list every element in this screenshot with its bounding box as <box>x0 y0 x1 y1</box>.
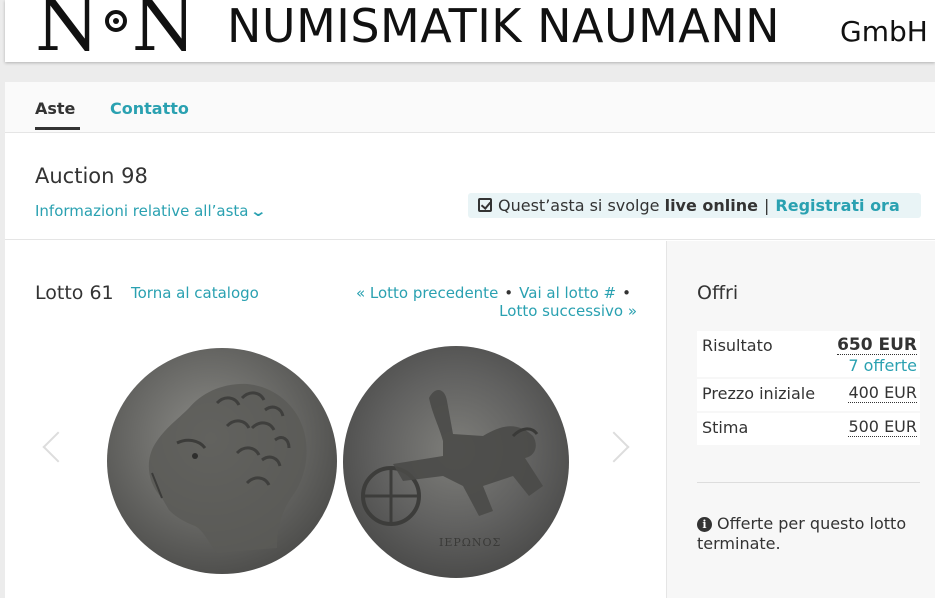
coin-inscription: ΙΕΡΩΝΟΣ <box>439 536 501 549</box>
bid-summary-table: Risultato 650 EUR 7 offerte Prezzo inizi… <box>697 331 920 447</box>
lot-number: Lotto 61 <box>35 282 114 304</box>
prev-lot-link[interactable]: « Lotto precedente <box>356 284 498 302</box>
start-price-row: Prezzo iniziale 400 EUR <box>697 379 920 411</box>
tab-aste[interactable]: Aste <box>35 99 81 130</box>
result-value: 650 EUR <box>837 335 917 355</box>
auction-info-link[interactable]: Informazioni relative all’asta⌄ <box>35 201 268 221</box>
lot-area: Lotto 61 Torna al catalogo « Lotto prece… <box>5 241 667 598</box>
main-panel: Aste Contatto Auction 98 Informazioni re… <box>5 82 935 598</box>
chevron-down-icon: ⌄ <box>249 202 268 220</box>
register-link[interactable]: Registrati ora <box>775 196 899 215</box>
coin-obverse-image[interactable] <box>107 348 337 574</box>
info-icon: i <box>697 517 712 532</box>
offers-link[interactable]: 7 offerte <box>848 356 917 376</box>
bid-panel: Offri Risultato 650 EUR 7 offerte Prezzo… <box>667 241 935 598</box>
result-label: Risultato <box>702 336 773 355</box>
portrait-head-drawing <box>148 383 307 553</box>
live-separator: | <box>764 196 770 215</box>
back-to-catalog-link[interactable]: Torna al catalogo <box>131 283 259 303</box>
checkbox-icon <box>478 198 492 212</box>
tab-contatto[interactable]: Contatto <box>110 99 189 119</box>
nav-bullet: • <box>504 284 514 302</box>
bid-heading: Offri <box>697 282 739 304</box>
auction-info-label: Informazioni relative all’asta <box>35 202 249 220</box>
next-lot-link[interactable]: Lotto successivo » <box>499 302 637 320</box>
company-suffix: GmbH <box>840 15 928 48</box>
logo-letter-right: N <box>131 0 197 62</box>
goto-lot-link[interactable]: Vai al lotto # <box>519 284 616 302</box>
logo[interactable]: N N <box>35 0 197 62</box>
prev-image-arrow-icon[interactable] <box>42 431 74 463</box>
logo-letter-left: N <box>35 0 100 62</box>
lot-navigation: « Lotto precedente • Vai al lotto # • Lotto… <box>317 284 637 320</box>
estimate-value: 500 EUR <box>848 417 917 437</box>
bidding-closed-notice: i Offerte per questo lotto terminate. <box>697 514 927 554</box>
coin-reverse-image[interactable]: ΙΕΡΩΝΟΣ <box>343 346 569 578</box>
live-prefix: Quest’asta si svolge <box>498 196 660 215</box>
start-price-label: Prezzo iniziale <box>702 384 816 403</box>
bid-divider <box>697 482 920 483</box>
start-price-value: 400 EUR <box>848 383 917 403</box>
site-header: N N NUMISMATIK NAUMANN GmbH <box>5 0 935 62</box>
live-online-notice: Quest’asta si svolge live online | Registr… <box>468 193 921 218</box>
next-image-arrow-icon[interactable] <box>598 431 630 463</box>
live-bold: live online <box>664 196 758 215</box>
nav-bullet: • <box>622 284 631 302</box>
result-row: Risultato 650 EUR 7 offerte <box>697 331 920 377</box>
estimate-label: Stima <box>702 418 749 437</box>
chariot-drawing: ΙΕΡΩΝΟΣ <box>361 390 543 549</box>
auction-title: Auction 98 <box>35 164 148 188</box>
bidding-closed-text: Offerte per questo lotto terminate. <box>697 514 907 553</box>
auction-header: Auction 98 Informazioni relative all’ast… <box>5 134 935 240</box>
company-name: NUMISMATIK NAUMANN <box>227 0 781 53</box>
estimate-row: Stima 500 EUR <box>697 413 920 445</box>
nav-tabs: Aste Contatto <box>5 82 935 133</box>
logo-dot-icon <box>104 10 127 32</box>
